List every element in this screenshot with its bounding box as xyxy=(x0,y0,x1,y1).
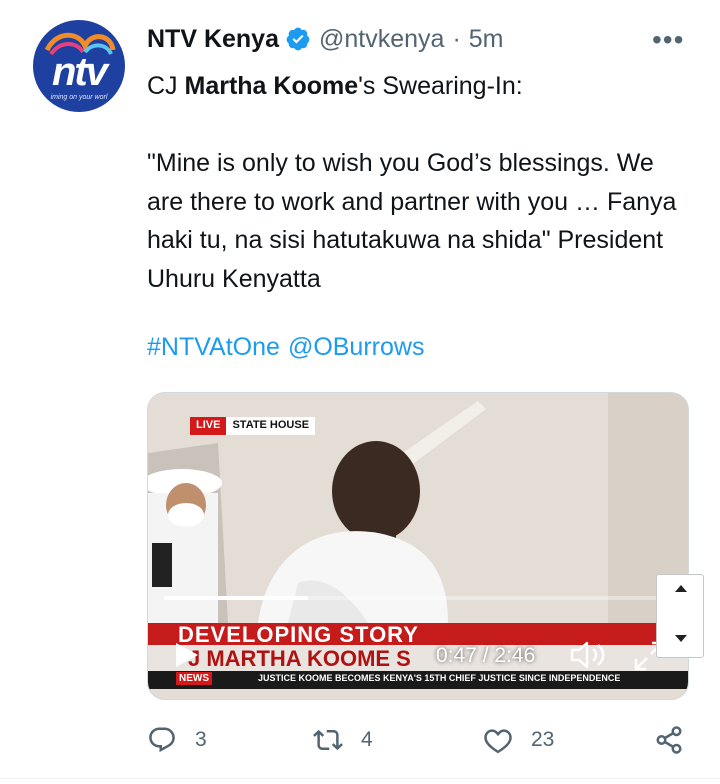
news-ticker: NEWS JUSTICE KOOME BECOMES KENYA'S 15TH … xyxy=(148,671,688,689)
tweet-text: CJ Martha Koome's Swearing-In: "Mine is … xyxy=(147,67,687,298)
scroll-up-icon[interactable] xyxy=(675,585,687,592)
current-time: 0:47 xyxy=(436,644,477,667)
volume-icon[interactable] xyxy=(568,639,608,671)
ticker-brand: NEWS xyxy=(176,672,212,685)
bottom-divider xyxy=(0,778,720,779)
like-button[interactable]: 23 xyxy=(483,720,554,760)
hashtag-link[interactable]: #NTVAtOne xyxy=(147,333,280,361)
author-handle[interactable]: @ntvkenya xyxy=(319,25,444,54)
tweet-text-prefix: CJ xyxy=(147,72,185,100)
mention-link[interactable]: @OBurrows xyxy=(288,333,425,361)
tweet-text-bold-name: Martha Koome xyxy=(184,72,359,100)
live-label: LIVE xyxy=(190,417,227,435)
tweet-text-suffix: 's Swearing-In: xyxy=(358,72,523,100)
retweet-count: 4 xyxy=(361,728,373,751)
tweet-header: NTV Kenya @ntvkenya · 5m xyxy=(147,22,504,56)
share-icon xyxy=(656,726,682,754)
reply-count: 3 xyxy=(195,728,207,751)
verified-badge-icon xyxy=(286,27,310,51)
author-name[interactable]: NTV Kenya xyxy=(147,25,279,54)
play-icon[interactable] xyxy=(174,641,200,669)
video-progress-fill xyxy=(164,596,308,600)
more-options-icon[interactable]: ••• xyxy=(652,24,684,56)
reply-icon xyxy=(149,727,175,753)
tweet-tags: #NTVAtOne @OBurrows xyxy=(147,333,424,362)
banner-name-text: J MARTHA KOOME S xyxy=(188,646,411,671)
video-progress-bar[interactable] xyxy=(164,596,672,600)
like-count: 23 xyxy=(531,728,555,751)
tweet-actions: 3 4 23 xyxy=(0,720,720,760)
page-scroller[interactable] xyxy=(656,574,704,658)
avatar-wordmark: ntv xyxy=(52,50,108,94)
reply-button[interactable]: 3 xyxy=(147,720,207,760)
author-avatar[interactable]: ntv iming on your worl xyxy=(33,20,125,112)
video-player[interactable]: LIVE STATE HOUSE DEVELOPING STORY J MART… xyxy=(147,392,689,700)
location-label: STATE HOUSE xyxy=(226,417,316,435)
header-separator: · xyxy=(452,24,461,53)
video-time: 0:47 / 2:46 xyxy=(436,644,535,668)
like-icon xyxy=(484,729,512,754)
avatar-tagline: iming on your worl xyxy=(50,94,108,101)
retweet-button[interactable]: 4 xyxy=(313,720,373,760)
time-separator: / xyxy=(476,644,495,667)
duration: 2:46 xyxy=(494,644,536,667)
tweet-quote: "Mine is only to wish you God’s blessing… xyxy=(147,149,677,293)
tweet-timestamp[interactable]: 5m xyxy=(469,25,504,54)
scroll-down-icon[interactable] xyxy=(675,635,687,642)
ticker-text: JUSTICE KOOME BECOMES KENYA'S 15TH CHIEF… xyxy=(258,673,621,683)
retweet-icon xyxy=(313,729,343,751)
share-button[interactable] xyxy=(654,720,684,760)
live-label-box: LIVE STATE HOUSE xyxy=(190,417,316,435)
